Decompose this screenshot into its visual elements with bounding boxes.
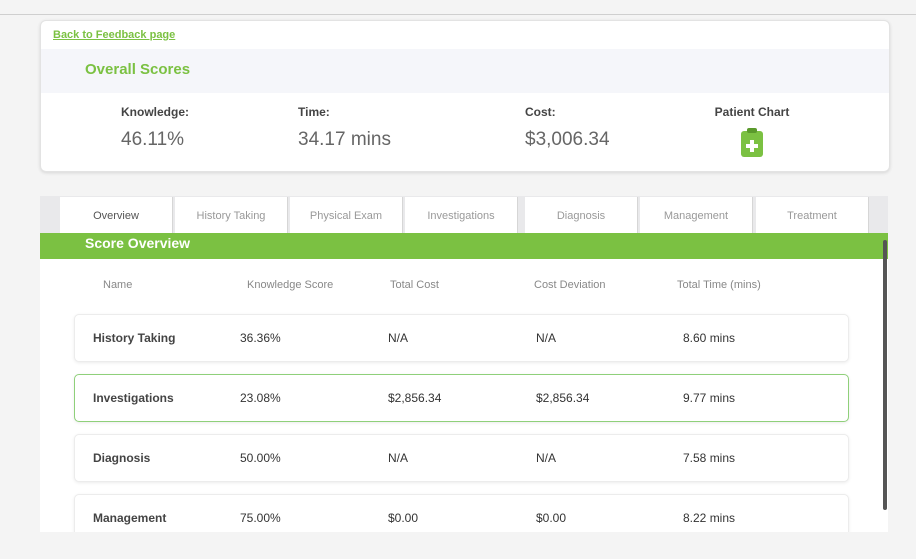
time-score: Time: 34.17 mins xyxy=(298,105,391,151)
row-name: Investigations xyxy=(93,391,174,405)
table-row[interactable]: History Taking 36.36% N/A N/A 8.60 mins xyxy=(74,314,849,362)
row-total-cost: $0.00 xyxy=(388,511,419,525)
row-total-cost: $2,856.34 xyxy=(388,391,442,405)
tab-treatment[interactable]: Treatment xyxy=(756,197,869,233)
score-overview-title: Score Overview xyxy=(85,235,191,251)
tab-bar: Overview History Taking Physical Exam In… xyxy=(40,196,888,233)
row-knowledge: 50.00% xyxy=(240,451,281,465)
row-total-cost: N/A xyxy=(388,331,409,345)
cost-label: Cost: xyxy=(525,105,556,119)
overall-scores-header: Overall Scores xyxy=(41,49,889,93)
table-row[interactable]: Diagnosis 50.00% N/A N/A 7.58 mins xyxy=(74,434,849,482)
score-panel: Overview History Taking Physical Exam In… xyxy=(40,196,888,532)
column-header-cost-deviation: Cost Deviation xyxy=(534,279,606,291)
time-label: Time: xyxy=(298,105,330,119)
row-cost-deviation: $0.00 xyxy=(536,511,567,525)
patient-chart: Patient Chart xyxy=(711,105,793,157)
column-header-total-time: Total Time (mins) xyxy=(677,279,761,291)
overall-scores-title: Overall Scores xyxy=(85,61,191,78)
row-total-time: 8.60 mins xyxy=(683,331,736,345)
column-header-name: Name xyxy=(103,279,133,291)
cost-score: Cost: $3,006.34 xyxy=(525,105,610,151)
row-cost-deviation: N/A xyxy=(536,331,557,345)
column-header-total-cost: Total Cost xyxy=(390,279,439,291)
tab-physical-exam[interactable]: Physical Exam xyxy=(290,197,403,233)
clipboard-plus-icon[interactable] xyxy=(741,128,763,157)
tab-diagnosis[interactable]: Diagnosis xyxy=(525,197,638,233)
tab-overview[interactable]: Overview xyxy=(60,197,173,233)
scrollbar[interactable] xyxy=(883,240,887,510)
knowledge-score: Knowledge: 46.11% xyxy=(121,105,189,151)
tab-history-taking[interactable]: History Taking xyxy=(175,197,288,233)
table-row[interactable]: Management 75.00% $0.00 $0.00 8.22 mins xyxy=(74,494,849,532)
row-knowledge: 75.00% xyxy=(240,511,281,525)
row-total-time: 8.22 mins xyxy=(683,511,736,525)
cost-value: $3,006.34 xyxy=(525,129,610,150)
top-divider xyxy=(0,14,916,15)
row-cost-deviation: $2,856.34 xyxy=(536,391,590,405)
patient-chart-label: Patient Chart xyxy=(714,105,790,119)
row-knowledge: 23.08% xyxy=(240,391,281,405)
tab-management[interactable]: Management xyxy=(640,197,753,233)
knowledge-label: Knowledge: xyxy=(121,105,189,119)
row-total-cost: N/A xyxy=(388,451,409,465)
back-to-feedback-link[interactable]: Back to Feedback page xyxy=(53,29,175,41)
knowledge-value: 46.11% xyxy=(121,129,185,150)
row-total-time: 7.58 mins xyxy=(683,451,736,465)
row-total-time: 9.77 mins xyxy=(683,391,736,405)
overall-scores-card: Back to Feedback page Overall Scores Kno… xyxy=(40,20,890,172)
column-header-knowledge-score: Knowledge Score xyxy=(247,279,334,291)
time-value: 34.17 mins xyxy=(298,129,391,150)
row-name: Management xyxy=(93,511,167,525)
row-cost-deviation: N/A xyxy=(536,451,557,465)
row-knowledge: 36.36% xyxy=(240,331,281,345)
row-name: History Taking xyxy=(93,331,176,345)
row-name: Diagnosis xyxy=(93,451,151,465)
tab-investigations[interactable]: Investigations xyxy=(405,197,518,233)
score-overview-bar: Score Overview xyxy=(40,233,888,259)
table-row[interactable]: Investigations 23.08% $2,856.34 $2,856.3… xyxy=(74,374,849,422)
